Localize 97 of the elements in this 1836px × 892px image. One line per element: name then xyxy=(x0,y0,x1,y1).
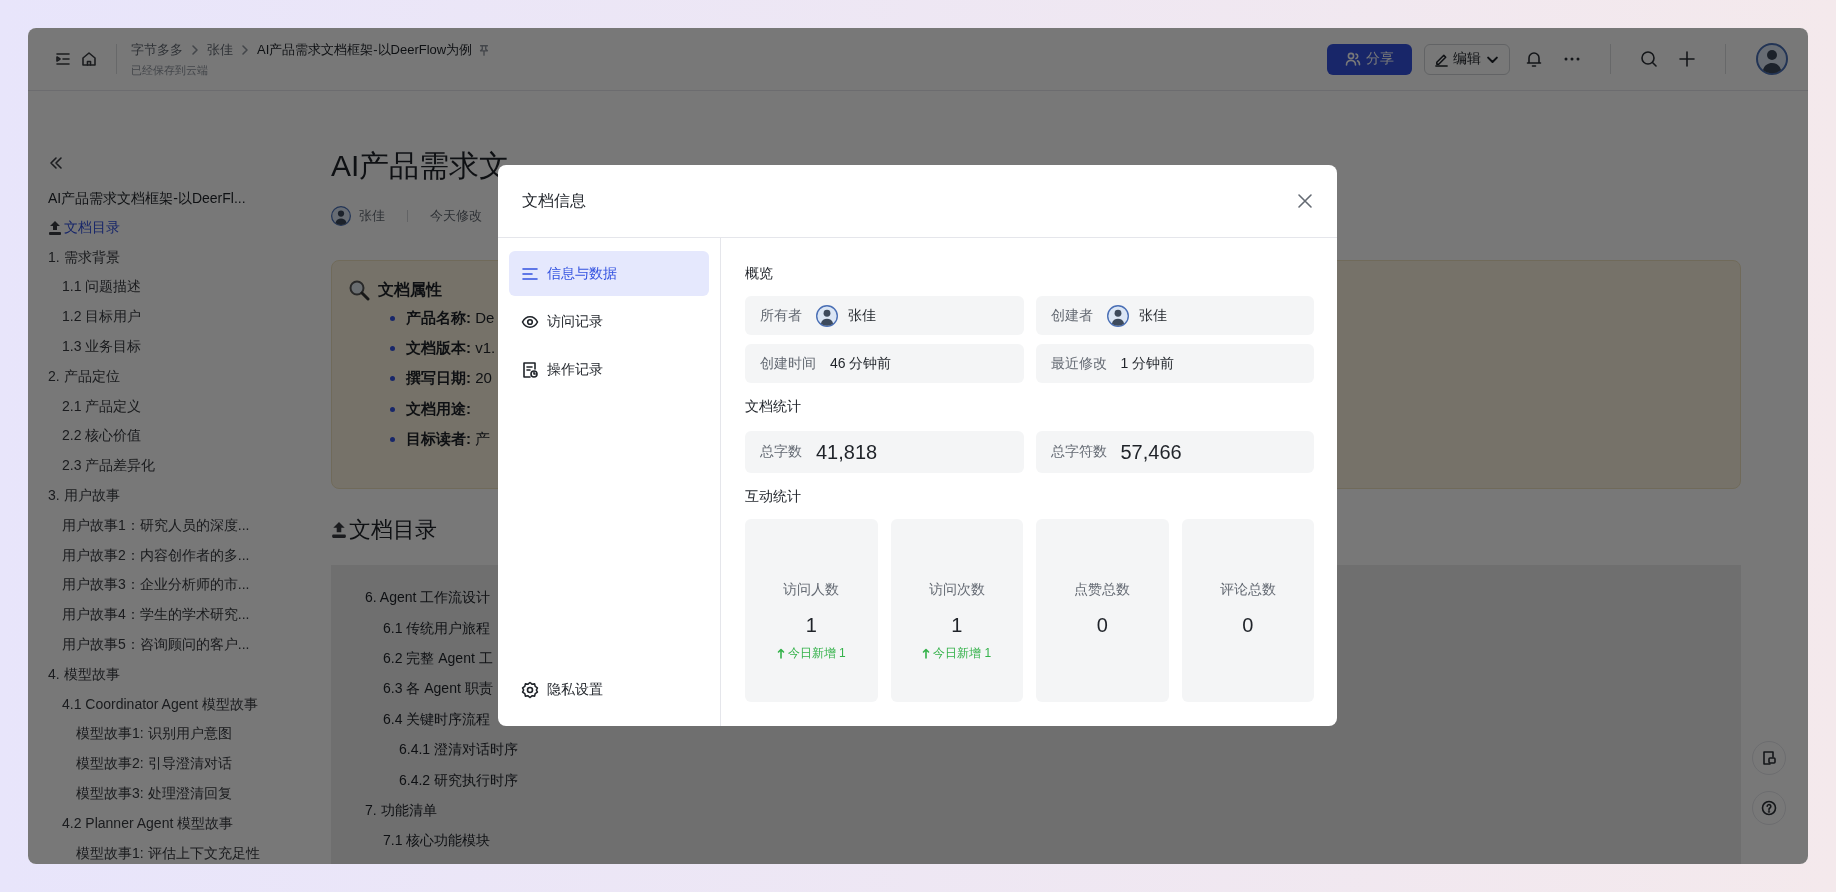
bullet-icon xyxy=(390,376,395,382)
modified-time: 今天修改 xyxy=(430,207,482,225)
outline-item[interactable]: 用户故事1：研究人员的深度... xyxy=(48,510,331,541)
property-text: 文档用途: xyxy=(406,399,471,419)
top-arrow-icon xyxy=(331,520,347,540)
bullet-icon xyxy=(390,346,395,352)
nav-tab[interactable]: 信息与数据 xyxy=(509,251,709,296)
people-icon xyxy=(1345,51,1361,67)
property-text: 文档版本: v1. xyxy=(406,339,496,359)
close-icon[interactable] xyxy=(1295,191,1315,211)
bullet-icon xyxy=(390,315,395,321)
sidebar-title: AI产品需求文档框架-以DeerFl... xyxy=(48,189,247,208)
avatar xyxy=(331,206,351,226)
outline-item[interactable]: 3. 用户故事 xyxy=(48,481,331,511)
nav-tab[interactable]: 操作记录 xyxy=(509,347,709,392)
tile-value: 1 xyxy=(805,613,817,638)
field-value: 张佳 xyxy=(848,306,876,325)
outline-item[interactable]: 4. 模型故事 xyxy=(48,659,331,690)
outline-item[interactable]: 模型故事3: 处理澄清回复 xyxy=(48,779,331,809)
outline-item[interactable]: 用户故事3：企业分析师的市... xyxy=(48,570,331,601)
outline-item[interactable]: 2.1 产品定义 xyxy=(48,391,331,422)
bullet-icon xyxy=(390,406,395,412)
outline-item[interactable]: 用户故事5：咨询顾问的客户... xyxy=(48,630,331,660)
tile-value: 0 xyxy=(1096,613,1108,638)
toc-link[interactable]: 7. 功能清单 xyxy=(331,795,1741,827)
document-clock-icon xyxy=(521,360,539,379)
outline-item[interactable]: 1. 需求背景 xyxy=(48,242,331,273)
comment-icon xyxy=(1761,750,1777,766)
tile-label: 点赞总数 xyxy=(1074,580,1131,599)
field-value: 46 分钟前 xyxy=(830,354,892,373)
settings-icon xyxy=(521,680,539,699)
outline-item[interactable]: 模型故事1: 评估上下文充足性 xyxy=(48,838,331,864)
arrow-up-icon xyxy=(776,647,785,659)
outline-item[interactable]: 1.1 问题描述 xyxy=(48,272,331,303)
outline-item[interactable]: 文档目录 xyxy=(48,213,331,243)
outline-item[interactable]: 模型故事2: 引导澄清对话 xyxy=(48,749,331,780)
pin-icon[interactable] xyxy=(478,43,491,56)
property-text: 撰写日期: 20 xyxy=(406,369,492,389)
nav-tab[interactable]: 访问记录 xyxy=(509,299,709,344)
daily-increase: 今日新增 1 xyxy=(787,645,846,661)
dialog-title: 文档信息 xyxy=(522,190,586,211)
collapse-icon[interactable] xyxy=(48,155,64,171)
stat-value: 57,466 xyxy=(1120,440,1182,464)
outline-item[interactable]: 用户故事4：学生的学术研究... xyxy=(48,600,331,631)
stat-label: 总字数 xyxy=(760,443,802,461)
outline-item[interactable]: 模型故事1: 识别用户意图 xyxy=(48,719,331,750)
outline-item[interactable]: 2. 产品定位 xyxy=(48,362,331,392)
tile-value: 0 xyxy=(1242,613,1254,638)
avatar xyxy=(1106,304,1129,327)
section-heading: 互动统计 xyxy=(745,487,802,506)
bullet-icon xyxy=(390,437,395,443)
properties-heading: 文档属性 xyxy=(378,279,442,300)
field-value: 张佳 xyxy=(1138,306,1167,325)
help-icon xyxy=(1761,800,1777,816)
chevron-icon xyxy=(239,43,251,56)
toc-heading: 文档目录 xyxy=(349,516,437,544)
top-arrow-icon xyxy=(48,219,62,236)
outline-item[interactable]: 用户故事2：内容创作者的多... xyxy=(48,540,331,571)
daily-increase: 今日新增 1 xyxy=(933,645,992,661)
tile-label: 评论总数 xyxy=(1219,580,1276,599)
toc-link[interactable]: 6.4.1 澄清对话时序 xyxy=(331,734,1741,766)
stat-label: 总字符数 xyxy=(1050,443,1107,461)
field-label: 创建者 xyxy=(1050,306,1093,325)
property-text: 产品名称: De xyxy=(406,308,495,328)
tile-label: 访问次数 xyxy=(928,580,985,599)
tile-label: 访问人数 xyxy=(783,580,840,599)
toc-link[interactable]: 6.4.2 研究执行时序 xyxy=(331,765,1741,796)
breadcrumb-link[interactable]: AI产品需求文档框架-以DeerFlow为例 xyxy=(257,40,473,59)
outline-item[interactable]: 2.2 核心价值 xyxy=(48,421,331,452)
author-name[interactable]: 张佳 xyxy=(359,207,385,225)
avatar[interactable] xyxy=(1756,43,1788,75)
field-value: 1 分钟前 xyxy=(1120,354,1175,373)
outline-item[interactable]: 1.2 目标用户 xyxy=(48,302,331,333)
outline-item[interactable]: 2.3 产品差异化 xyxy=(48,451,331,482)
tile-value: 1 xyxy=(951,613,963,638)
arrow-up-icon xyxy=(922,647,931,659)
property-text: 目标读者: 产 xyxy=(406,430,491,450)
breadcrumb-link[interactable]: 张佳 xyxy=(207,40,233,59)
field-label: 最近修改 xyxy=(1050,354,1107,373)
avatar xyxy=(816,304,838,327)
help-button[interactable] xyxy=(1752,791,1786,825)
share-button[interactable]: 分享 xyxy=(1327,43,1412,75)
stat-value: 41,818 xyxy=(816,440,878,464)
magnifier-icon xyxy=(348,279,370,301)
outline-item[interactable]: 1.3 业务目标 xyxy=(48,332,331,362)
field-label: 所有者 xyxy=(760,306,802,325)
privacy-settings-link[interactable]: 隐私设置 xyxy=(509,667,709,712)
outline-item[interactable]: 4.1 Coordinator Agent 模型故事 xyxy=(48,689,331,720)
field-label: 创建时间 xyxy=(760,354,816,373)
section-heading: 概览 xyxy=(745,264,774,283)
chevron-icon xyxy=(189,43,201,56)
toc-link[interactable]: 7.1 核心功能模块 xyxy=(331,826,1741,857)
edit-button[interactable]: 编辑 xyxy=(1424,43,1510,75)
comments-button[interactable] xyxy=(1752,741,1786,775)
breadcrumb-link[interactable]: 字节多多 xyxy=(131,40,183,59)
outline-item[interactable]: 4.2 Planner Agent 模型故事 xyxy=(48,808,331,839)
section-heading: 文档统计 xyxy=(745,397,802,416)
